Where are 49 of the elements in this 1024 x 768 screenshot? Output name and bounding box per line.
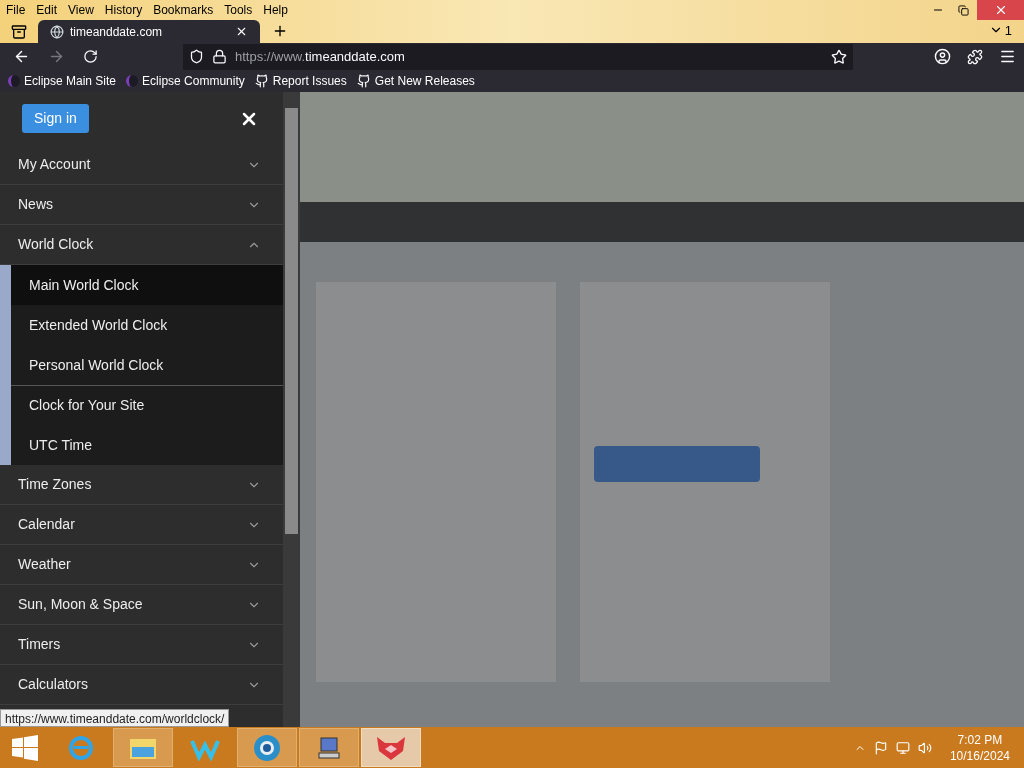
browser-tab[interactable]: timeanddate.com <box>38 20 260 43</box>
reload-icon[interactable] <box>83 49 98 64</box>
submenu-item[interactable]: Personal World Clock <box>11 345 283 385</box>
taskbar-app[interactable] <box>237 728 297 767</box>
network-icon[interactable] <box>895 740 910 755</box>
menu-item[interactable]: Edit <box>36 1 58 19</box>
menu-icon[interactable] <box>999 48 1016 65</box>
submenu-item[interactable]: Main World Clock <box>11 265 283 305</box>
computer-icon <box>316 734 342 761</box>
shield-icon[interactable] <box>189 49 204 64</box>
tab-list-icon[interactable] <box>11 24 27 40</box>
taskbar-app[interactable] <box>361 728 421 767</box>
forward-icon[interactable] <box>48 48 65 65</box>
bookmark-link[interactable]: Report Issues <box>254 72 347 90</box>
address-bar[interactable]: https://www.timeanddate.com <box>183 43 853 70</box>
extensions-icon[interactable] <box>967 48 983 65</box>
github-icon <box>356 74 371 88</box>
url-text: https://www.timeanddate.com <box>235 47 405 66</box>
menu-item[interactable]: Bookmarks <box>153 1 214 19</box>
tab-title: timeanddate.com <box>70 23 163 41</box>
menu-item[interactable]: View <box>68 1 94 19</box>
menu-item[interactable]: Help <box>263 1 288 19</box>
fox-logo-icon <box>375 734 407 761</box>
bookmark-link[interactable]: Eclipse Main Site <box>8 72 117 90</box>
browser-e-icon <box>68 734 94 761</box>
menu-item[interactable]: File <box>6 1 26 19</box>
close-tab-icon[interactable] <box>235 25 248 38</box>
new-tab-icon[interactable] <box>272 23 288 39</box>
status-url: https://www.timeanddate.com/worldclock/ <box>0 709 230 727</box>
flag-icon[interactable] <box>873 740 888 755</box>
bookmark-link[interactable]: Get New Releases <box>356 72 475 90</box>
eclipse-logo-icon <box>8 75 20 87</box>
submenu-item[interactable]: Extended World Clock <box>11 305 283 345</box>
bookmark-star-icon[interactable] <box>831 48 847 65</box>
back-icon[interactable] <box>13 48 30 65</box>
restore-icon <box>958 4 969 16</box>
lock-icon[interactable] <box>212 49 227 64</box>
globe-icon <box>252 732 282 763</box>
account-icon[interactable] <box>934 48 951 65</box>
bookmark-link[interactable]: Eclipse Community <box>126 72 245 90</box>
windows-logo-icon[interactable] <box>12 734 38 761</box>
eclipse-logo-icon <box>126 75 139 87</box>
github-icon <box>254 74 269 88</box>
taskbar-app[interactable] <box>299 728 359 767</box>
submenu-item[interactable]: UTC Time <box>11 425 283 465</box>
window-count: 1 <box>1004 21 1012 40</box>
menu-item[interactable]: Tools <box>224 1 253 19</box>
menu-item[interactable]: History <box>104 1 143 19</box>
site-favicon <box>50 24 64 39</box>
